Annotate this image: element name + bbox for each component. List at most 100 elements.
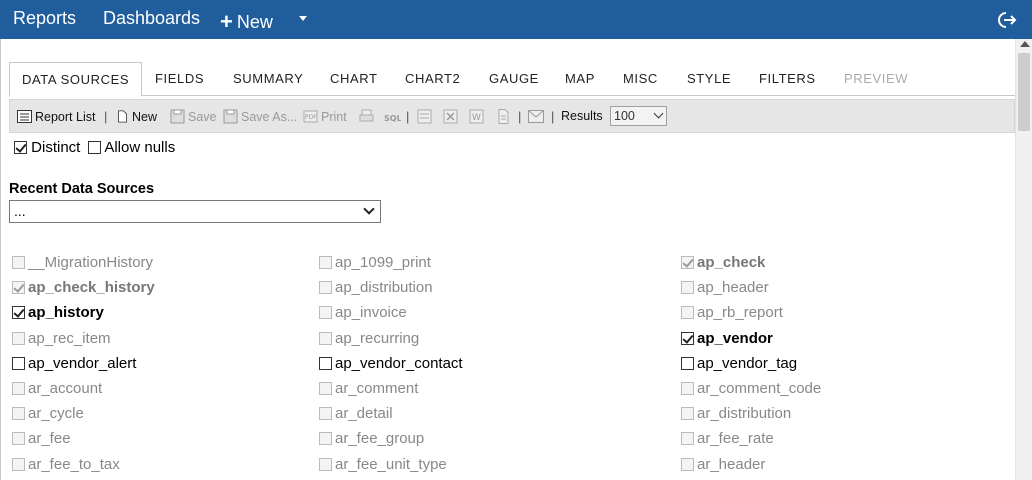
tab-style[interactable]: STYLE <box>687 62 731 96</box>
data-source-checkbox[interactable] <box>681 332 694 345</box>
recent-data-sources-value: ... <box>14 203 26 219</box>
data-source-label: ar_fee_group <box>335 430 425 447</box>
data-source-item: __MigrationHistory <box>12 254 153 271</box>
word-export-icon[interactable]: W <box>469 109 484 124</box>
print-button[interactable]: PDF Print <box>303 109 347 124</box>
data-source-item: ap_header <box>681 279 769 296</box>
scroll-thumb[interactable] <box>1018 53 1030 131</box>
vertical-scrollbar[interactable] <box>1015 39 1032 480</box>
data-source-label: ap_rec_item <box>28 330 111 347</box>
data-source-label: ar_fee_unit_type <box>335 456 447 473</box>
data-source-label: ap_vendor_contact <box>335 355 463 372</box>
data-source-item: ap_check <box>681 254 765 271</box>
results-label: Results <box>561 109 603 123</box>
data-source-item: ar_fee_rate <box>681 430 774 447</box>
data-source-item: ar_header <box>681 456 765 473</box>
data-source-checkbox[interactable] <box>12 357 25 370</box>
data-source-item: ap_rb_report <box>681 304 783 321</box>
email-icon[interactable] <box>528 110 544 123</box>
text-export-icon[interactable] <box>496 109 511 124</box>
printer-icon[interactable] <box>359 109 374 124</box>
new-report-button[interactable]: New <box>117 109 157 124</box>
data-source-label: ap_check_history <box>28 279 155 296</box>
tab-fields[interactable]: FIELDS <box>155 62 204 96</box>
save-as-icon <box>223 109 238 124</box>
data-source-item[interactable]: ap_vendor_alert <box>12 355 136 372</box>
save-label: Save <box>188 110 217 124</box>
data-source-item[interactable]: ap_vendor <box>681 330 773 347</box>
scroll-up-arrow-icon[interactable] <box>1020 41 1030 47</box>
data-source-checkbox <box>319 281 332 294</box>
tab-chart2[interactable]: CHART2 <box>405 62 460 96</box>
data-source-checkbox[interactable] <box>319 357 332 370</box>
print-label: Print <box>321 110 347 124</box>
recent-data-sources-select[interactable]: ... <box>9 200 381 223</box>
data-source-item[interactable]: ap_history <box>12 304 104 321</box>
tab-map[interactable]: MAP <box>565 62 595 96</box>
save-button[interactable]: Save <box>170 109 217 124</box>
data-source-checkbox <box>12 458 25 471</box>
nav-reports[interactable]: Reports <box>13 8 76 29</box>
toolbar-separator: | <box>104 109 108 124</box>
tab-chart[interactable]: CHART <box>330 62 378 96</box>
data-source-label: ar_cycle <box>28 405 84 422</box>
new-dropdown-caret-icon[interactable] <box>299 16 307 21</box>
data-source-checkbox <box>319 332 332 345</box>
logout-icon[interactable] <box>998 10 1018 30</box>
report-list-button[interactable]: Report List <box>17 109 95 124</box>
data-source-label: ar_fee_rate <box>697 430 774 447</box>
data-source-label: ar_comment <box>335 380 419 397</box>
excel-export-icon[interactable] <box>443 109 458 124</box>
data-source-label: ap_check <box>697 254 766 271</box>
new-report-label: New <box>132 110 158 124</box>
sql-icon[interactable]: SQL <box>384 109 401 124</box>
results-select[interactable]: 100 <box>610 106 667 126</box>
nav-new[interactable]: + New <box>220 8 273 34</box>
data-source-item[interactable]: ap_vendor_tag <box>681 355 797 372</box>
toolbar-separator: | <box>518 109 522 124</box>
distinct-checkbox[interactable] <box>14 141 27 154</box>
toolbar-separator: | <box>406 109 410 124</box>
tab-gauge[interactable]: GAUGE <box>489 62 539 96</box>
csv-export-icon[interactable] <box>417 109 432 124</box>
distinct-option[interactable]: Distinct <box>14 139 80 156</box>
data-source-checkbox <box>681 407 694 420</box>
data-source-checkbox[interactable] <box>681 357 694 370</box>
data-source-item: ar_fee_group <box>319 430 424 447</box>
data-source-label: ar_distribution <box>697 405 792 422</box>
data-source-item: ar_fee_unit_type <box>319 456 447 473</box>
data-source-checkbox <box>681 382 694 395</box>
tab-data-sources[interactable]: DATA SOURCES <box>9 62 143 97</box>
tab-misc[interactable]: MISC <box>623 62 658 96</box>
save-as-label: Save As... <box>241 110 298 124</box>
chevron-down-icon <box>653 108 664 119</box>
data-source-checkbox <box>319 256 332 269</box>
left-border <box>0 39 1 480</box>
data-source-label: ap_rb_report <box>697 304 783 321</box>
data-source-checkbox <box>319 382 332 395</box>
pdf-print-icon: PDF <box>303 110 318 123</box>
data-source-label: ar_account <box>28 380 103 397</box>
data-source-checkbox <box>319 407 332 420</box>
nav-dashboards[interactable]: Dashboards <box>103 8 200 29</box>
data-source-label: ar_fee_to_tax <box>28 456 120 473</box>
top-navigation-bar: Reports Dashboards + New <box>0 0 1032 39</box>
data-source-label: ap_1099_print <box>335 254 431 271</box>
data-source-label: ar_comment_code <box>697 380 822 397</box>
tab-filters[interactable]: FILTERS <box>759 62 816 96</box>
tab-preview[interactable]: PREVIEW <box>844 62 908 96</box>
data-source-label: ap_vendor <box>697 330 773 347</box>
recent-data-sources-heading: Recent Data Sources <box>9 181 155 197</box>
data-source-label: ap_vendor_alert <box>28 355 137 372</box>
data-source-item[interactable]: ap_vendor_contact <box>319 355 463 372</box>
tab-summary[interactable]: SUMMARY <box>233 62 303 96</box>
data-source-item: ar_cycle <box>12 405 84 422</box>
results-value: 100 <box>614 109 635 123</box>
chevron-down-icon <box>363 203 375 215</box>
data-source-checkbox <box>681 306 694 319</box>
allow-nulls-checkbox[interactable] <box>88 141 101 154</box>
save-as-button[interactable]: Save As... <box>223 109 297 124</box>
allow-nulls-option[interactable]: Allow nulls <box>88 139 175 156</box>
data-source-checkbox <box>12 332 25 345</box>
data-source-checkbox[interactable] <box>12 306 25 319</box>
